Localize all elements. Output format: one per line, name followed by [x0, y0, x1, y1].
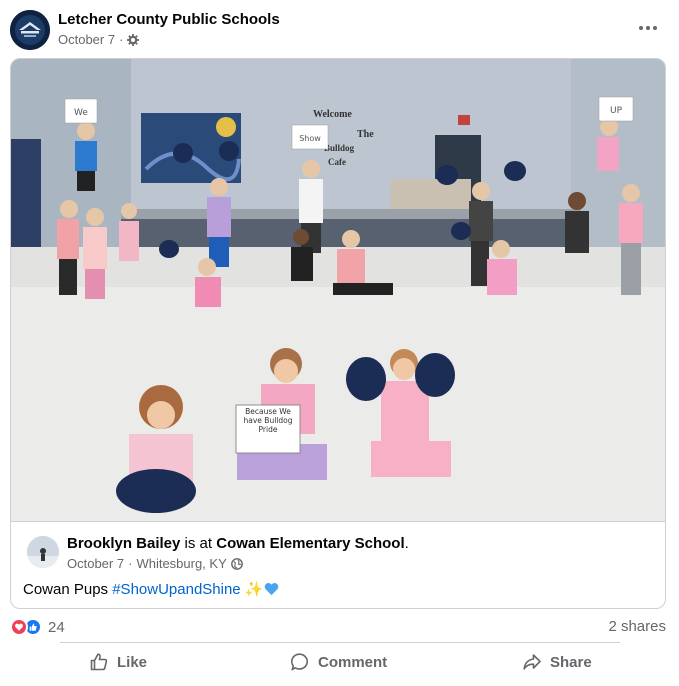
love-icon	[10, 618, 28, 636]
author-line-period: .	[404, 535, 409, 552]
blue-heart-icon	[264, 583, 278, 596]
thumbs-up-icon	[90, 653, 108, 671]
shared-post-location[interactable]: Whitesburg, KY	[136, 556, 226, 571]
reaction-summary[interactable]: 24	[10, 616, 65, 638]
globe-icon	[230, 557, 243, 570]
place-name[interactable]: Cowan Elementary School	[216, 535, 404, 552]
reaction-count: 24	[48, 618, 65, 636]
post-meta: October 7 ·	[58, 32, 140, 47]
shared-post-date[interactable]: October 7	[67, 556, 124, 571]
shares-count[interactable]: 2 shares	[608, 618, 666, 635]
like-label: Like	[117, 653, 148, 671]
sign-bulldog-pride: Because We have Bulldog Pride	[243, 407, 293, 434]
author-name[interactable]: Brooklyn Bailey	[67, 535, 180, 552]
comment-label: Comment	[318, 653, 388, 671]
comment-icon	[290, 653, 308, 671]
wall-text-the: The	[357, 129, 374, 140]
wall-text-welcome: Welcome	[313, 109, 352, 120]
share-icon	[523, 654, 541, 670]
shared-post-card[interactable]: Welcome The Bulldog Cafe We Show UP Beca…	[10, 58, 666, 609]
comment-button[interactable]: Comment	[290, 645, 387, 679]
post-photo[interactable]: Welcome The Bulldog Cafe We Show UP Beca…	[11, 59, 665, 521]
shared-post-meta: October 7 · Whitesburg, KY	[67, 556, 243, 571]
caption-text: Cowan Pups	[23, 581, 113, 598]
gear-icon	[127, 33, 140, 46]
page-name[interactable]: Letcher County Public Schools	[58, 11, 280, 28]
page-avatar[interactable]	[10, 10, 50, 50]
sparkles-icon: ✨	[244, 581, 264, 598]
sign-we: We	[74, 108, 88, 118]
wall-text-cafe: Cafe	[328, 157, 346, 167]
like-button[interactable]: Like	[89, 645, 147, 679]
post-date[interactable]: October 7	[58, 32, 115, 47]
hashtag-link[interactable]: #ShowUpandShine	[112, 581, 240, 598]
shared-meta-separator: ·	[128, 556, 133, 571]
post-header: Letcher County Public Schools October 7 …	[0, 0, 679, 58]
more-options-icon[interactable]	[632, 14, 664, 42]
author-avatar[interactable]	[27, 536, 59, 568]
author-line: Brooklyn Bailey is at Cowan Elementary S…	[67, 535, 409, 552]
wall-text-bulldog: Bulldog	[324, 143, 355, 153]
meta-separator: ·	[119, 32, 124, 47]
post-caption: Cowan Pups #ShowUpandShine ✨	[23, 580, 279, 598]
share-button[interactable]: Share	[522, 645, 592, 679]
sign-up: UP	[610, 106, 623, 116]
shared-post-info: Brooklyn Bailey is at Cowan Elementary S…	[11, 521, 665, 608]
post-actions: Like Comment Share	[0, 643, 679, 686]
sign-show: Show	[299, 134, 321, 143]
is-at-label: is at	[184, 535, 213, 552]
share-label: Share	[550, 653, 592, 671]
